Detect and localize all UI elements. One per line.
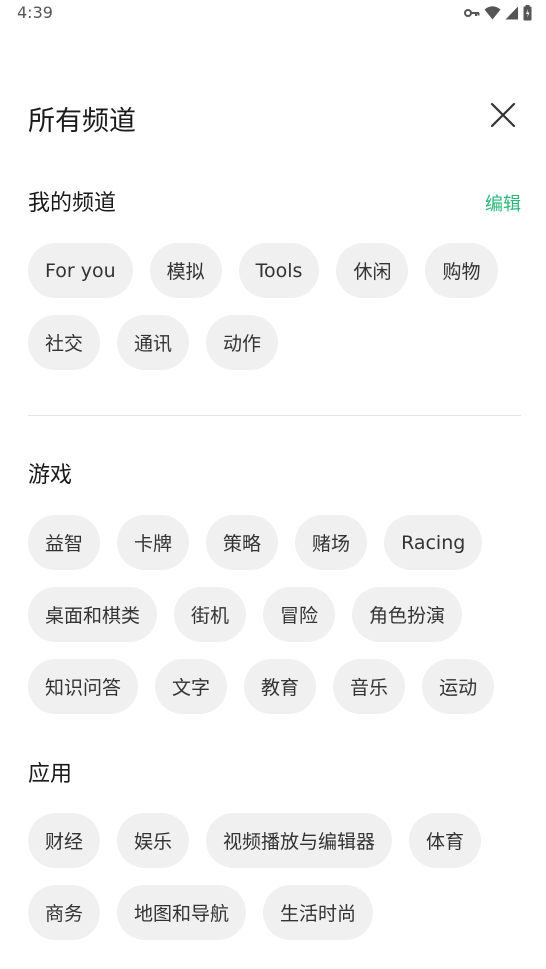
my-channels-title: 我的频道	[28, 191, 117, 216]
channel-chip[interactable]: 商务	[28, 885, 101, 940]
channel-chip[interactable]: 街机	[174, 587, 247, 642]
edit-button[interactable]: 编辑	[485, 191, 521, 219]
channel-chip[interactable]: 策略	[206, 515, 279, 570]
channel-chip[interactable]: 财经	[28, 813, 101, 868]
channel-chip[interactable]: 娱乐	[117, 813, 190, 868]
channel-chip[interactable]: 冒险	[263, 587, 336, 642]
signal-icon	[505, 6, 519, 20]
wifi-icon	[484, 6, 501, 20]
games-row-3: 知识问答 文字 教育 音乐 运动	[28, 659, 495, 714]
apps-row-1: 财经 娱乐 视频播放与编辑器 体育	[28, 813, 482, 868]
channel-chip[interactable]: 动作	[206, 315, 279, 370]
channel-chip[interactable]: 文字	[155, 659, 228, 714]
channel-chip[interactable]: 运动	[422, 659, 495, 714]
my-channels-row-1: For you 模拟 Tools 休闲 购物	[28, 243, 498, 298]
channel-chip[interactable]: 体育	[409, 813, 482, 868]
channel-chip[interactable]: 益智	[28, 515, 101, 570]
channel-chip[interactable]: For you	[28, 243, 133, 298]
channel-chip[interactable]: 模拟	[149, 243, 222, 298]
section-divider	[28, 415, 521, 416]
status-bar: 4:39	[0, 0, 546, 26]
apps-row-2: 商务 地图和导航 生活时尚	[28, 885, 374, 940]
channel-chip[interactable]: 购物	[425, 243, 498, 298]
channel-chip[interactable]: 桌面和棋类	[28, 587, 158, 642]
status-icons	[464, 4, 532, 22]
channel-chip[interactable]: Tools	[238, 243, 320, 298]
channel-chip[interactable]: 音乐	[333, 659, 406, 714]
channel-chip[interactable]: 知识问答	[28, 659, 139, 714]
battery-icon	[523, 5, 532, 21]
apps-title: 应用	[28, 762, 73, 787]
status-time: 4:39	[17, 3, 53, 22]
channel-chip[interactable]: 休闲	[336, 243, 409, 298]
games-row-2: 桌面和棋类 街机 冒险 角色扮演	[28, 587, 463, 642]
close-icon	[490, 102, 516, 132]
channel-chip[interactable]: 赌场	[295, 515, 368, 570]
page-title: 所有频道	[28, 106, 136, 137]
channel-chip[interactable]: 生活时尚	[263, 885, 374, 940]
vpn-key-icon	[464, 8, 480, 18]
close-button[interactable]	[486, 100, 520, 134]
channel-chip[interactable]: 卡牌	[117, 515, 190, 570]
channel-chip[interactable]: 视频播放与编辑器	[206, 813, 393, 868]
channel-chip[interactable]: 地图和导航	[117, 885, 247, 940]
channel-chip[interactable]: Racing	[384, 515, 483, 570]
games-row-1: 益智 卡牌 策略 赌场 Racing	[28, 515, 483, 570]
channel-chip[interactable]: 通讯	[117, 315, 190, 370]
channel-chip[interactable]: 教育	[244, 659, 317, 714]
games-title: 游戏	[28, 463, 73, 488]
channel-chip[interactable]: 社交	[28, 315, 101, 370]
my-channels-row-2: 社交 通讯 动作	[28, 315, 279, 370]
channel-chip[interactable]: 角色扮演	[352, 587, 463, 642]
